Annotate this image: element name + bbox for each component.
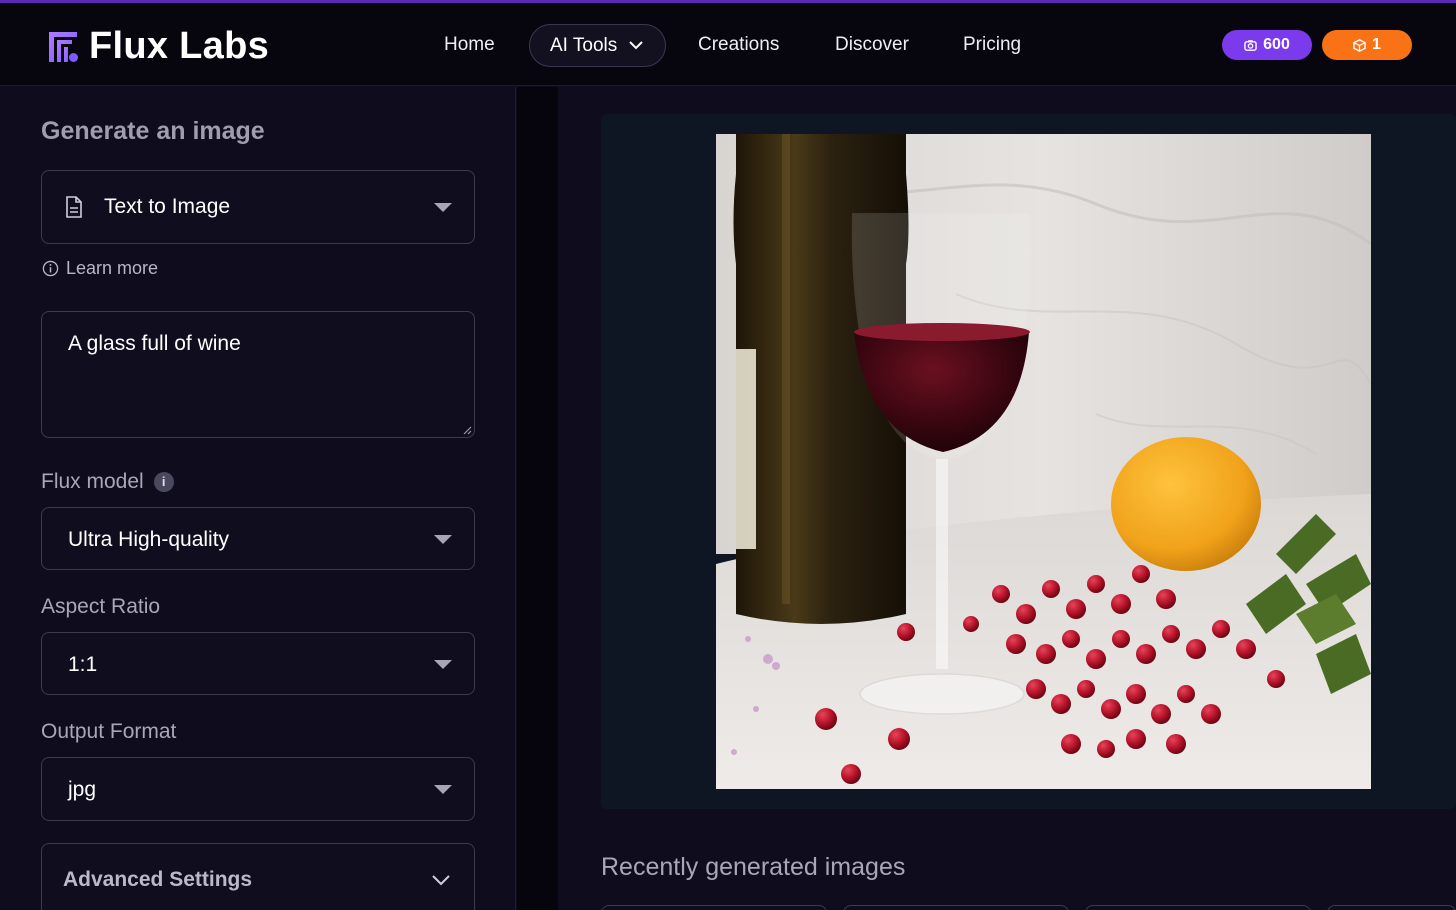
sidebar-title: Generate an image — [41, 117, 265, 145]
generated-image[interactable] — [716, 134, 1371, 789]
credits-badge[interactable]: 600 — [1222, 30, 1312, 60]
flux-model-value: Ultra High-quality — [68, 528, 230, 551]
output-format-value: jpg — [68, 778, 97, 801]
mode-select[interactable]: Text to Image — [41, 170, 475, 244]
brand-name: Flux Labs — [89, 25, 270, 67]
flux-logo-icon — [49, 31, 78, 62]
info-icon — [42, 260, 59, 277]
recent-images-title: Recently generated images — [601, 853, 906, 881]
aspect-ratio-value: 1:1 — [68, 653, 98, 676]
cube-icon — [1353, 38, 1366, 52]
document-icon — [66, 196, 82, 218]
nav-ai-tools-dropdown[interactable]: AI Tools — [529, 24, 666, 67]
recent-thumbnail[interactable] — [601, 905, 827, 910]
credits-count: 600 — [1263, 36, 1290, 53]
output-format-select[interactable]: jpg — [41, 757, 475, 821]
nav-pricing[interactable]: Pricing — [963, 34, 1021, 56]
nav-discover[interactable]: Discover — [835, 34, 909, 56]
gems-badge[interactable]: 1 — [1322, 30, 1412, 60]
resize-grip-icon[interactable] — [463, 426, 472, 435]
caret-down-icon — [434, 203, 452, 212]
flux-model-select[interactable]: Ultra High-quality — [41, 507, 475, 570]
prompt-textarea[interactable]: A glass full of wine — [41, 311, 475, 438]
prompt-text: A glass full of wine — [68, 332, 241, 355]
nav-home[interactable]: Home — [444, 34, 495, 56]
advanced-settings-toggle[interactable]: Advanced Settings — [41, 843, 475, 910]
recent-thumbnail[interactable] — [1085, 905, 1311, 910]
main-panel: Recently generated images — [558, 87, 1456, 910]
camera-icon — [1244, 39, 1257, 51]
advanced-settings-label: Advanced Settings — [63, 868, 253, 891]
generation-sidebar: Generate an image Text to Image Learn mo… — [0, 87, 516, 910]
caret-down-icon — [434, 660, 452, 669]
top-navbar: Flux Labs Home AI Tools Creations Discov… — [0, 3, 1456, 86]
nav-ai-tools-label: AI Tools — [550, 34, 618, 56]
image-preview-panel — [601, 114, 1456, 809]
panel-divider — [517, 87, 558, 910]
recent-thumbnail[interactable] — [1327, 905, 1456, 910]
flux-model-label: Flux model i — [41, 470, 174, 494]
gems-count: 1 — [1372, 36, 1381, 53]
aspect-ratio-select[interactable]: 1:1 — [41, 632, 475, 695]
output-format-label: Output Format — [41, 720, 177, 743]
recent-thumbnail[interactable] — [843, 905, 1069, 910]
aspect-ratio-label: Aspect Ratio — [41, 595, 161, 618]
learn-more-link[interactable]: Learn more — [42, 258, 158, 279]
wine-glass-image — [716, 134, 1371, 789]
brand-logo[interactable]: Flux Labs — [46, 25, 269, 68]
mode-value: Text to Image — [104, 195, 231, 218]
info-icon[interactable]: i — [153, 471, 174, 492]
nav-creations[interactable]: Creations — [698, 34, 779, 56]
caret-down-icon — [434, 785, 452, 794]
learn-more-label: Learn more — [66, 258, 159, 278]
flux-model-label-text: Flux model — [41, 470, 144, 493]
chevron-down-icon — [629, 41, 643, 50]
chevron-down-icon — [432, 875, 450, 886]
caret-down-icon — [434, 535, 452, 544]
